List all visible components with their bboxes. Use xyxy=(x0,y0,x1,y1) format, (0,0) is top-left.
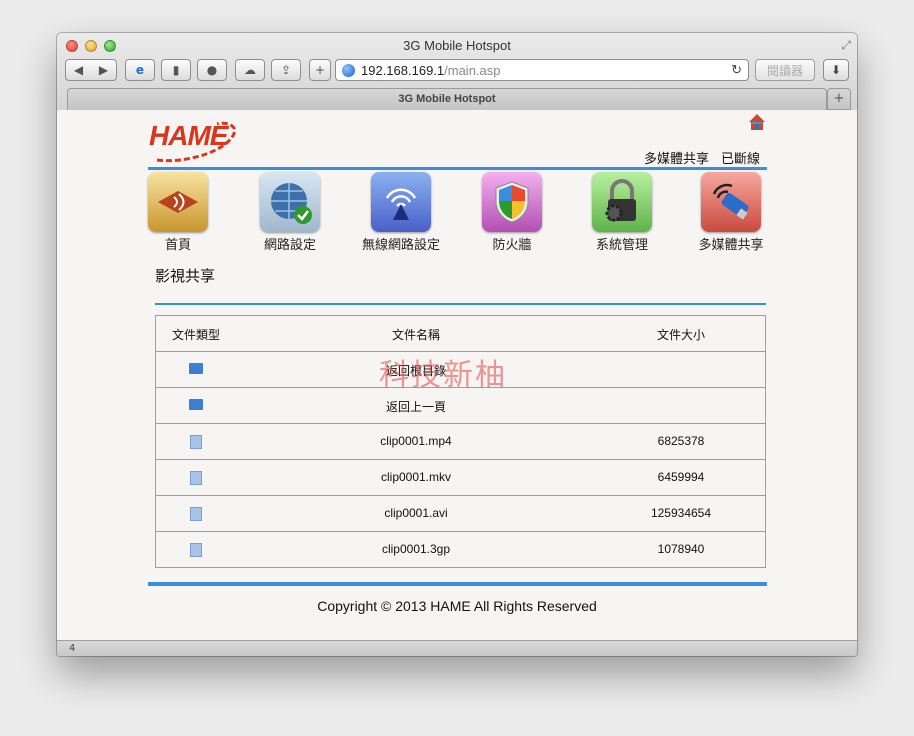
back-forward-buttons[interactable]: ◀ ▶ xyxy=(65,59,117,81)
file-name[interactable]: clip0001.avi xyxy=(316,506,516,520)
status-bar: 4 xyxy=(57,640,857,656)
file-size: 6825378 xyxy=(657,434,705,448)
share-button[interactable]: ⇪ xyxy=(271,59,301,81)
file-table: 文件類型 文件名稱 文件大小 返回根目錄 返回上一頁 clip0001.mp4 … xyxy=(155,315,766,568)
table-header-row: 文件類型 文件名稱 文件大小 xyxy=(156,316,765,352)
section-divider xyxy=(155,303,766,305)
wifi-tower-icon xyxy=(371,172,431,232)
reader-button[interactable]: 閱讀器 xyxy=(755,59,815,81)
home-icon[interactable] xyxy=(748,113,766,131)
browser-toolbar: ◀ ▶ e ▮ ● ☁ ⇪ + 192.168.169.1 /main.asp … xyxy=(65,59,849,83)
table-row[interactable]: 返回根目錄 xyxy=(156,352,765,388)
nav-label-media: 多媒體共享 xyxy=(698,238,764,253)
nav-item-network[interactable]: 網路設定 xyxy=(245,172,335,253)
nav-label-home: 首頁 xyxy=(164,238,191,253)
ie-tab-button[interactable]: e xyxy=(125,59,155,81)
forward-arrow-icon[interactable]: ▶ xyxy=(99,63,108,77)
back-arrow-icon[interactable]: ◀ xyxy=(74,63,83,77)
file-name[interactable]: 返回根目錄 xyxy=(316,362,516,379)
file-icon xyxy=(190,435,202,449)
nav-item-system[interactable]: 系統管理 xyxy=(577,172,667,253)
home-speaker-icon xyxy=(148,172,208,232)
nav-label-firewall: 防火牆 xyxy=(492,238,532,253)
lock-gear-icon xyxy=(592,172,652,232)
download-icon: ⬇ xyxy=(830,63,842,77)
ie-icon: e xyxy=(135,63,145,77)
browser-window: 3G Mobile Hotspot ⤢ ◀ ▶ e ▮ ● ☁ ⇪ + 192.… xyxy=(57,33,857,656)
nav-label-wireless: 無線網路設定 xyxy=(361,238,440,253)
header-file-type: 文件類型 xyxy=(171,328,220,342)
folder-icon xyxy=(189,363,203,374)
tab-bar: 3G Mobile Hotspot + xyxy=(57,88,857,110)
window-title: 3G Mobile Hotspot xyxy=(403,38,511,53)
traffic-light-button[interactable]: ▮ xyxy=(161,59,191,81)
header-file-name: 文件名稱 xyxy=(391,328,440,342)
downloads-button[interactable]: ⬇ xyxy=(823,59,849,81)
top-link-media-share[interactable]: 多媒體共享 xyxy=(644,148,709,167)
record-icon: ● xyxy=(206,63,218,77)
main-nav: 首頁 網路設定 無線網路設定 防火牆 系統管理 多媒體共享 xyxy=(148,172,767,262)
table-row[interactable]: clip0001.mp4 6825378 xyxy=(156,424,765,460)
header-divider xyxy=(148,167,767,170)
file-size: 125934654 xyxy=(650,506,712,520)
nav-item-wireless[interactable]: 無線網路設定 xyxy=(356,172,446,253)
hame-logo: HAME xyxy=(149,120,228,151)
nav-label-network: 網路設定 xyxy=(263,238,316,253)
url-path: /main.asp xyxy=(444,62,501,78)
folder-icon xyxy=(189,399,203,410)
header-file-size: 文件大小 xyxy=(656,328,705,342)
cloud-icon: ☁ xyxy=(244,63,256,77)
nav-item-media[interactable]: 多媒體共享 xyxy=(686,172,776,253)
table-row[interactable]: clip0001.3gp 1078940 xyxy=(156,532,765,568)
tab-active[interactable]: 3G Mobile Hotspot xyxy=(67,88,827,110)
section-title: 影視共享 xyxy=(155,267,216,285)
address-bar[interactable]: 192.168.169.1 /main.asp ↻ xyxy=(335,59,749,81)
share-icon: ⇪ xyxy=(280,63,292,77)
globe-icon xyxy=(342,63,355,77)
fullscreen-icon[interactable]: ⤢ xyxy=(841,38,851,53)
copyright-text: Copyright © 2013 HAME All Rights Reserve… xyxy=(317,598,597,614)
nav-item-firewall[interactable]: 防火牆 xyxy=(467,172,557,253)
file-name[interactable]: 返回上一頁 xyxy=(316,398,516,415)
plus-icon: + xyxy=(314,63,326,77)
usb-drive-icon xyxy=(701,172,761,232)
table-row[interactable]: clip0001.avi 125934654 xyxy=(156,496,765,532)
file-name[interactable]: clip0001.mkv xyxy=(316,470,516,484)
new-tab-button[interactable]: + xyxy=(827,88,851,110)
traffic-light-icon: ▮ xyxy=(172,63,180,77)
add-bookmark-button[interactable]: + xyxy=(309,59,331,81)
footer-divider xyxy=(148,582,767,586)
record-button[interactable]: ● xyxy=(197,59,227,81)
file-icon xyxy=(190,507,202,521)
reload-icon[interactable]: ↻ xyxy=(731,62,742,78)
nav-label-system: 系統管理 xyxy=(595,238,648,253)
file-icon xyxy=(190,543,202,557)
status-text: 4 xyxy=(69,643,76,654)
globe-check-icon xyxy=(260,172,320,232)
file-name[interactable]: clip0001.3gp xyxy=(316,542,516,556)
file-size: 1078940 xyxy=(657,542,705,556)
top-links: 多媒體共享 已斷線 xyxy=(644,148,760,167)
connection-status: 已斷線 xyxy=(720,152,760,167)
cloud-button[interactable]: ☁ xyxy=(235,59,265,81)
page-content: HAME 多媒體共享 已斷線 首頁 網路設定 無線網路設定 防火牆 系統管理 多… xyxy=(57,110,857,640)
title-bar: 3G Mobile Hotspot ⤢ ◀ ▶ e ▮ ● ☁ ⇪ + 192.… xyxy=(57,33,857,121)
shield-icon xyxy=(482,172,542,232)
table-row[interactable]: clip0001.mkv 6459994 xyxy=(156,460,765,496)
file-icon xyxy=(190,471,202,485)
file-size: 6459994 xyxy=(657,470,705,484)
url-host: 192.168.169.1 xyxy=(361,62,445,78)
table-row[interactable]: 返回上一頁 xyxy=(156,388,765,424)
nav-item-home[interactable]: 首頁 xyxy=(133,172,223,253)
file-name[interactable]: clip0001.mp4 xyxy=(316,434,516,448)
